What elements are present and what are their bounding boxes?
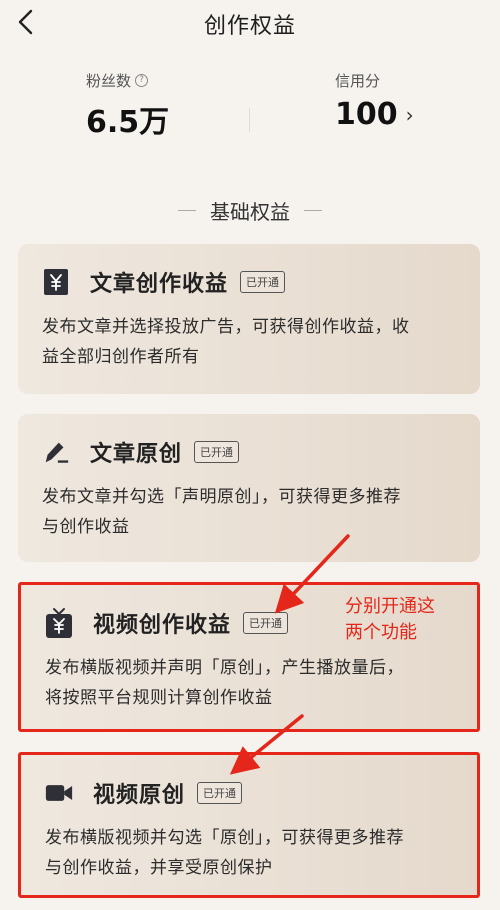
card-title: 文章创作收益 <box>90 272 229 297</box>
credit-stat[interactable]: 信用分 100 › <box>335 70 500 132</box>
card-desc-line: 发布文章并选择投放广告，可获得创作收益，收 <box>42 317 410 337</box>
card-description: 发布横版视频并声明「原创」，产生播放量后， 将按照平台规则计算创作收益 <box>45 653 453 713</box>
yuan-square-icon <box>42 267 70 297</box>
card-header: 文章原创 已开通 <box>42 436 456 468</box>
section-title: 基础权益 <box>210 200 290 224</box>
status-badge: 已开通 <box>240 271 286 293</box>
card-description: 发布文章并勾选「声明原创」，可获得更多推荐 与创作收益 <box>42 482 456 542</box>
fans-label-row: 粉丝数 ? <box>86 70 286 91</box>
fans-stat: 粉丝数 ? 6.5万 <box>86 70 286 141</box>
info-icon[interactable]: ? <box>135 74 149 87</box>
card-header: 视频原创 已开通 <box>45 777 453 809</box>
card-desc-line: 将按照平台规则计算创作收益 <box>45 688 273 708</box>
credit-value: 100 <box>335 97 398 132</box>
card-title: 视频原创 <box>93 783 186 808</box>
fans-value: 6.5万 <box>86 105 170 140</box>
page-title: 创作权益 <box>203 14 296 39</box>
credit-label: 信用分 <box>335 72 381 90</box>
benefit-card-article-original[interactable]: 文章原创 已开通 发布文章并勾选「声明原创」，可获得更多推荐 与创作收益 <box>18 414 480 562</box>
video-camera-icon <box>45 778 73 808</box>
card-desc-line: 发布横版视频并勾选「原创」，可获得更多推荐 <box>45 828 404 848</box>
stats-panel: 粉丝数 ? 6.5万 信用分 100 › <box>0 70 500 150</box>
card-header: 文章创作收益 已开通 <box>42 266 456 298</box>
card-desc-line: 发布横版视频并声明「原创」，产生播放量后， <box>45 658 404 678</box>
divider-right <box>304 210 322 211</box>
card-title: 视频创作收益 <box>93 613 232 638</box>
card-desc-line: 与创作收益 <box>42 517 130 537</box>
status-badge: 已开通 <box>197 782 243 804</box>
pen-icon <box>42 437 70 467</box>
top-bar: 创作权益 <box>0 0 500 46</box>
benefit-card-article-revenue[interactable]: 文章创作收益 已开通 发布文章并选择投放广告，可获得创作收益，收 益全部归创作者… <box>18 244 480 394</box>
benefit-card-video-original[interactable]: 视频原创 已开通 发布横版视频并勾选「原创」，可获得更多推荐 与创作收益，并享受… <box>18 752 480 898</box>
stats-divider <box>249 108 250 132</box>
card-description: 发布文章并选择投放广告，可获得创作收益，收 益全部归创作者所有 <box>42 312 456 372</box>
credit-value-row: 100 › <box>335 97 500 132</box>
status-badge: 已开通 <box>243 612 289 634</box>
annotation-note: 分别开通这 两个功能 <box>345 594 475 646</box>
section-heading: 基础权益 <box>0 196 500 225</box>
card-desc-line: 益全部归创作者所有 <box>42 347 200 367</box>
annotation-line: 两个功能 <box>345 622 417 643</box>
status-badge: 已开通 <box>194 441 240 463</box>
card-description: 发布横版视频并勾选「原创」，可获得更多推荐 与创作收益，并享受原创保护 <box>45 823 453 883</box>
card-title: 文章原创 <box>90 442 183 467</box>
card-desc-line: 与创作收益，并享受原创保护 <box>45 858 273 878</box>
card-desc-line: 发布文章并勾选「声明原创」，可获得更多推荐 <box>42 487 401 507</box>
fans-label: 粉丝数 <box>86 72 132 90</box>
tv-yuan-icon <box>45 608 73 638</box>
chevron-right-icon: › <box>405 102 414 127</box>
annotation-line: 分别开通这 <box>345 596 435 617</box>
divider-left <box>178 210 196 211</box>
